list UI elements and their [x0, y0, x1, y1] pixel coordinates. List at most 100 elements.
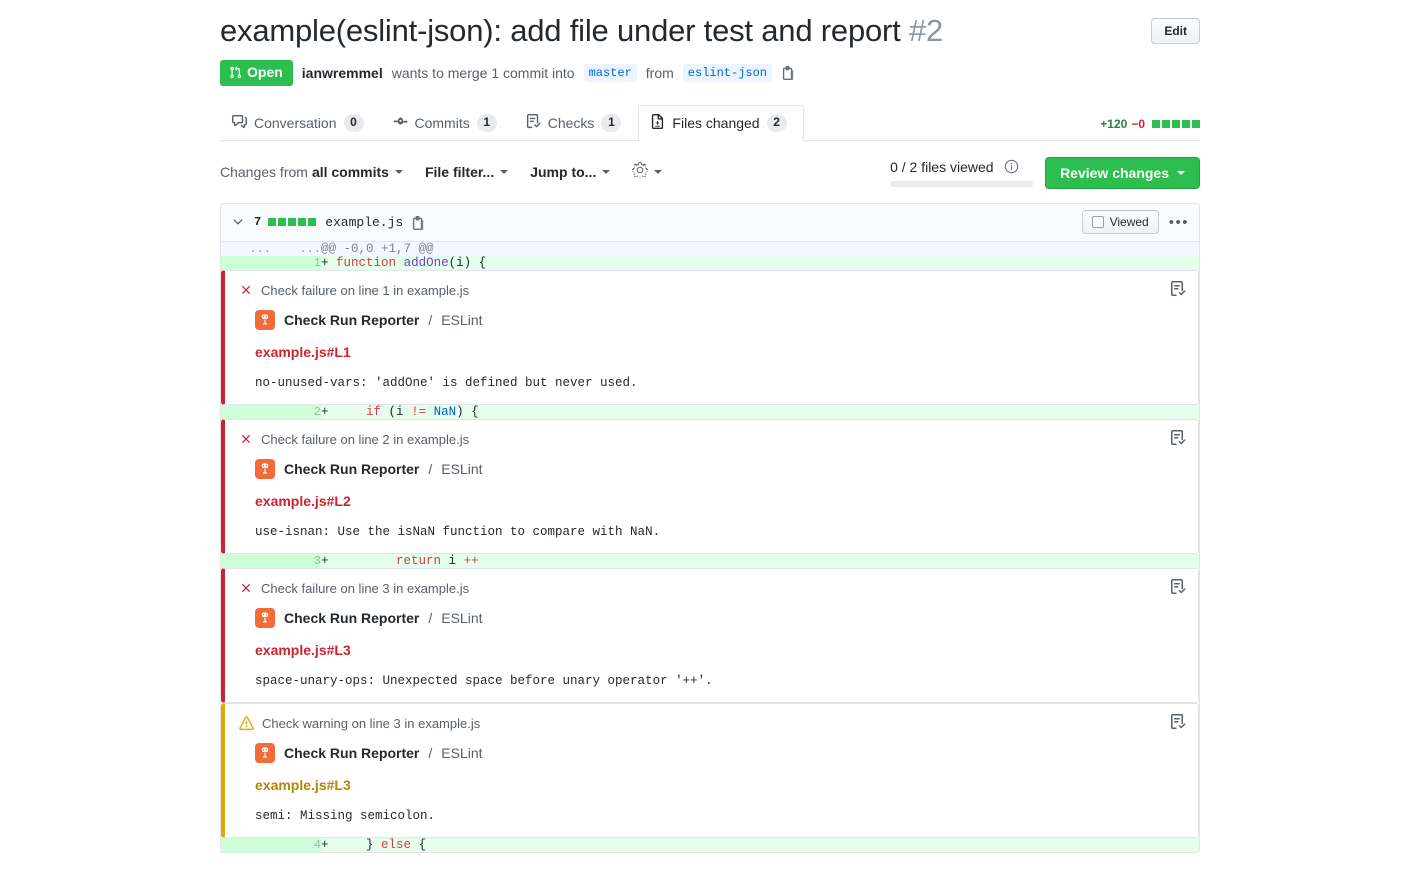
pull-request-page: example(eslint-json): add file under tes… [0, 0, 1420, 890]
diffstat-block [1182, 119, 1190, 128]
annotation-reporter-name: Check Run Reporter [284, 609, 420, 626]
annotation-title-row: Check failure on line 3 in example.js [239, 581, 1184, 596]
hunk-range: @@ -0,0 +1,7 @@ [321, 241, 1199, 256]
annotation-body: Check Run Reporter / ESLint example.js#L… [239, 458, 1184, 539]
edit-button[interactable]: Edit [1151, 18, 1200, 44]
chevron-down-icon [654, 169, 663, 174]
review-changes-label: Review changes [1060, 164, 1169, 181]
diffstat-blocks [1152, 119, 1200, 128]
annotation-title: Check warning on line 3 in example.js [262, 715, 481, 731]
copy-icon[interactable] [781, 65, 796, 81]
info-icon[interactable] [1004, 159, 1019, 174]
checks-icon[interactable] [1170, 578, 1186, 595]
checks-icon[interactable] [1170, 713, 1186, 730]
code-token: } [366, 837, 382, 852]
file-diffstat-blocks [268, 218, 317, 227]
diff-table: ... ... @@ -0,0 +1,7 @@ 1 + function add… [221, 241, 1199, 852]
diff-toolbar-right: 0 / 2 files viewed Review changes [890, 156, 1200, 189]
files-viewed-label: 0 / 2 files viewed [890, 158, 994, 175]
pr-title-text: example(eslint-json): add file under tes… [220, 13, 901, 48]
chevron-down-icon [1177, 170, 1185, 175]
changes-from-prefix: Changes from [220, 163, 308, 180]
file-header-actions: Viewed ••• [1081, 210, 1189, 235]
checklist-icon [526, 114, 541, 131]
annotation-check-name: ESLint [441, 609, 483, 626]
changes-from-dropdown[interactable]: Changes from all commits [220, 164, 403, 180]
check-run-reporter-avatar-icon [255, 458, 275, 479]
diff-marker: + [321, 404, 329, 419]
copy-path-icon[interactable] [411, 215, 426, 230]
pr-author[interactable]: ianwremmel [302, 65, 383, 81]
annotation-reporter-row: Check Run Reporter / ESLint [255, 742, 1184, 763]
diff-annotation-row: Check warning on line 3 in example.js Ch… [221, 702, 1199, 838]
annotation-location-link[interactable]: example.js#L3 [255, 777, 1184, 793]
diff-code: + function addOne(i) { [321, 255, 1199, 270]
annotation-cell: Check failure on line 2 in example.js Ch… [221, 418, 1199, 554]
jump-to-dropdown[interactable]: Jump to... [530, 164, 611, 180]
checks-icon[interactable] [1170, 280, 1186, 297]
diff-row-add[interactable]: 1 + function addOne(i) { [221, 255, 1199, 270]
annotation-title-row: Check failure on line 1 in example.js [239, 283, 1184, 298]
diff-row-add[interactable]: 2 + if (i != NaN) { [221, 404, 1199, 419]
annotation-check-name: ESLint [441, 744, 483, 761]
chevron-down-icon [500, 169, 509, 174]
check-annotation-failure: Check failure on line 1 in example.js Ch… [221, 269, 1199, 405]
tab-conversation[interactable]: Conversation 0 [220, 105, 381, 140]
kebab-horizontal-icon[interactable]: ••• [1169, 215, 1189, 230]
file-filter-dropdown[interactable]: File filter... [424, 163, 509, 180]
code-token: addOne [403, 255, 449, 270]
diff-toolbar: Changes from all commits File filter... … [220, 156, 1200, 189]
code-token: != [411, 404, 427, 419]
tab-files-changed-count: 2 [766, 114, 787, 132]
diff-body: ... ... @@ -0,0 +1,7 @@ 1 + function add… [221, 241, 1199, 852]
hunk-old-ln: ... [221, 241, 271, 256]
annotation-reporter-separator: / [428, 460, 433, 477]
annotation-location-link[interactable]: example.js#L1 [255, 344, 1184, 360]
diff-row-add[interactable]: 3 + return i ++ [221, 553, 1199, 568]
diff-marker: + [321, 553, 329, 568]
file-diffstat-block [298, 218, 307, 227]
annotation-location-link[interactable]: example.js#L3 [255, 642, 1184, 658]
annotation-reporter-separator: / [428, 311, 433, 328]
files-viewed-row: 0 / 2 files viewed [890, 159, 1033, 175]
tab-checks[interactable]: Checks 1 [514, 105, 639, 140]
annotation-message: semi: Missing semicolon. [255, 808, 436, 823]
line-number-old [221, 404, 271, 419]
chevron-down-icon[interactable] [231, 215, 245, 229]
annotation-cell: Check failure on line 1 in example.js Ch… [221, 269, 1199, 405]
diff-settings-dropdown[interactable] [632, 162, 663, 181]
pr-number: #2 [909, 13, 944, 48]
file-filter-label: File filter... [424, 163, 495, 180]
file-diff-container: 7 example.js Viewed ••• ... ... @@ -0,0 … [220, 202, 1200, 853]
diff-annotation-row: Check failure on line 2 in example.js Ch… [221, 418, 1199, 554]
file-diff-icon [650, 114, 665, 131]
base-branch-tag[interactable]: master [583, 63, 637, 82]
head-branch-tag[interactable]: eslint-json [682, 63, 773, 82]
annotation-body: Check Run Reporter / ESLint example.js#L… [239, 309, 1184, 390]
line-number-new: 3 [271, 553, 321, 568]
annotation-reporter-separator: / [428, 609, 433, 626]
code-token: function [336, 255, 397, 270]
diff-code: + return i ++ [321, 553, 1199, 568]
checks-icon[interactable] [1170, 429, 1186, 446]
review-changes-button[interactable]: Review changes [1045, 156, 1200, 189]
annotation-reporter-name: Check Run Reporter [284, 311, 420, 328]
tab-commits-label: Commits [414, 114, 470, 131]
comment-discussion-icon [232, 114, 247, 131]
annotation-location-link[interactable]: example.js#L2 [255, 493, 1184, 509]
file-header: 7 example.js Viewed ••• [221, 203, 1199, 242]
tab-files-changed[interactable]: Files changed 2 [638, 105, 804, 141]
x-circle-icon [239, 432, 253, 446]
diff-row-add[interactable]: 4 + } else { [221, 837, 1199, 852]
annotation-reporter-name: Check Run Reporter [284, 744, 420, 761]
check-annotation-warning: Check warning on line 3 in example.js Ch… [221, 702, 1199, 838]
file-name[interactable]: example.js [325, 215, 403, 230]
tab-commits[interactable]: Commits 1 [381, 105, 514, 140]
annotation-reporter-row: Check Run Reporter / ESLint [255, 458, 1184, 479]
files-viewed-progress [890, 180, 1034, 187]
diffstat-block [1172, 119, 1180, 128]
line-number-new: 4 [271, 837, 321, 852]
viewed-checkbox[interactable]: Viewed [1081, 210, 1159, 235]
file-change-count: 7 [254, 215, 262, 230]
